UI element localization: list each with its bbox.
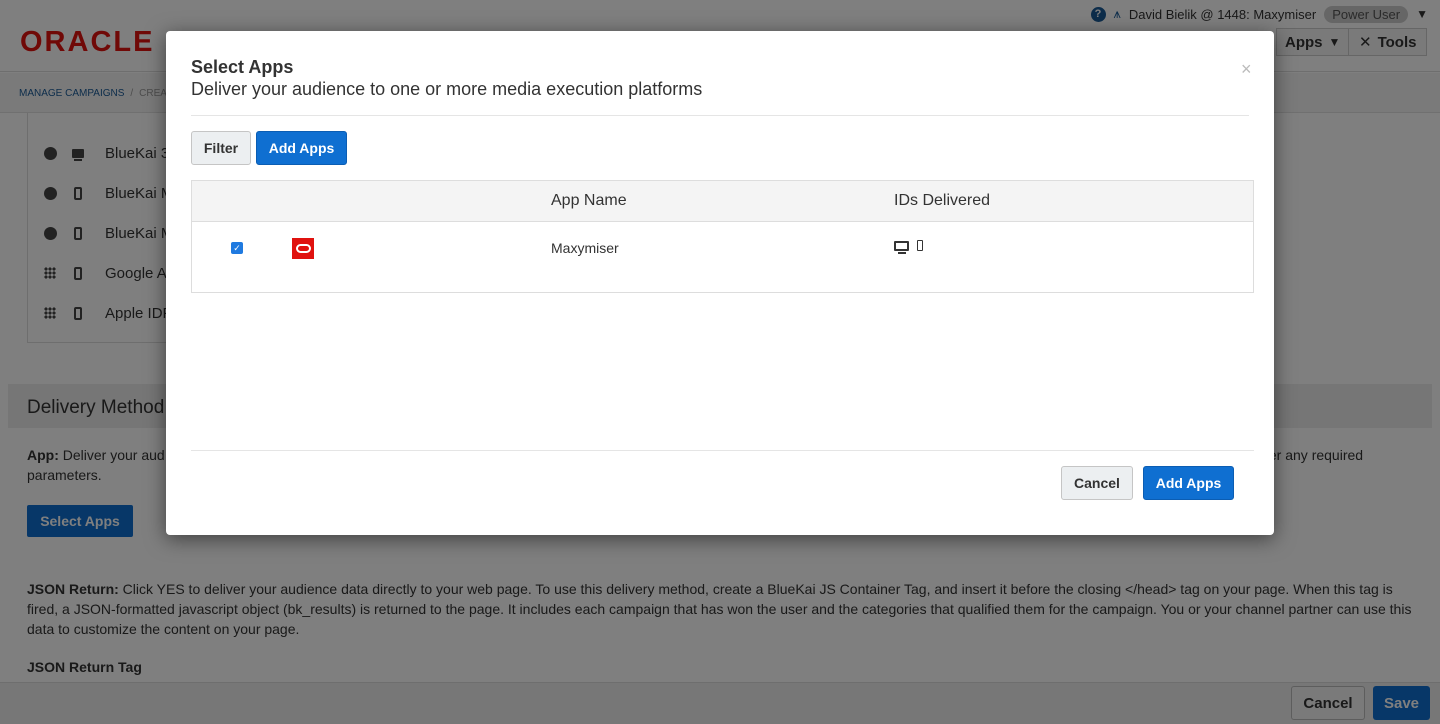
row-checkbox[interactable]: ✓: [231, 242, 243, 254]
divider: [191, 450, 1254, 451]
select-apps-modal: Select Apps Deliver your audience to one…: [166, 31, 1274, 535]
mobile-icon: [917, 240, 923, 251]
table-header: App Name IDs Delivered: [192, 181, 1253, 222]
modal-subtitle: Deliver your audience to one or more med…: [191, 79, 703, 99]
confirm-add-apps-button[interactable]: Add Apps: [1143, 466, 1234, 500]
column-header-ids-delivered[interactable]: IDs Delivered: [894, 192, 990, 210]
filter-button[interactable]: Filter: [191, 131, 251, 165]
close-icon[interactable]: ×: [1241, 59, 1252, 80]
desktop-icon: [894, 241, 909, 254]
cancel-button[interactable]: Cancel: [1061, 466, 1133, 500]
apps-table: App Name IDs Delivered ✓ Maxymiser: [191, 180, 1254, 293]
oracle-logo-icon: [292, 238, 314, 259]
modal-title: Select Apps: [191, 57, 294, 77]
divider: [191, 115, 1249, 116]
add-apps-button[interactable]: Add Apps: [256, 131, 347, 165]
app-name-cell: Maxymiser: [551, 240, 619, 256]
column-header-app-name[interactable]: App Name: [551, 192, 627, 210]
